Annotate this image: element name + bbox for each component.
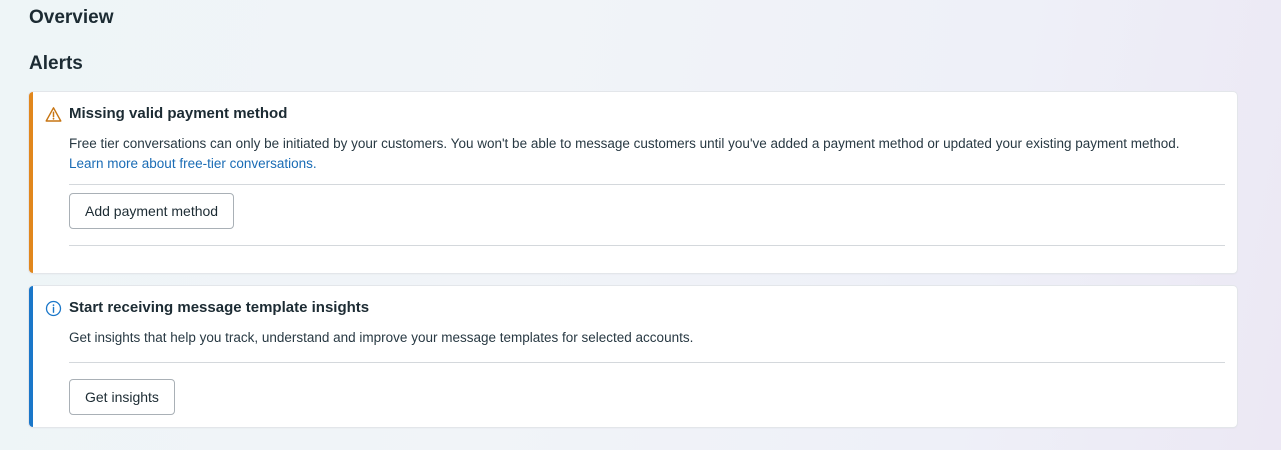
alert-divider [69, 184, 1225, 185]
alert-accent-bar-info [29, 286, 33, 427]
info-circle-icon [45, 300, 62, 317]
add-payment-method-button[interactable]: Add payment method [69, 193, 235, 229]
get-insights-button[interactable]: Get insights [69, 379, 175, 415]
page-title: Overview [29, 7, 114, 28]
alert-body: Free tier conversations can only be init… [69, 134, 1229, 174]
alert-title: Missing valid payment method [69, 105, 288, 122]
alert-body-text: Free tier conversations can only be init… [69, 136, 1180, 151]
alerts-section-title: Alerts [29, 53, 83, 74]
alert-body: Get insights that help you track, unders… [69, 328, 1229, 348]
alert-divider [69, 362, 1225, 363]
alert-accent-bar-warning [29, 92, 33, 273]
alert-divider [69, 245, 1225, 246]
alert-card-template-insights: Start receiving message template insight… [29, 286, 1237, 427]
alert-card-payment-method: Missing valid payment method Free tier c… [29, 92, 1237, 273]
alert-title: Start receiving message template insight… [69, 299, 370, 316]
alert-body-text: Get insights that help you track, unders… [69, 330, 694, 345]
warning-triangle-icon [45, 106, 62, 123]
learn-more-free-tier-link[interactable]: Learn more about free-tier conversations… [69, 156, 317, 171]
